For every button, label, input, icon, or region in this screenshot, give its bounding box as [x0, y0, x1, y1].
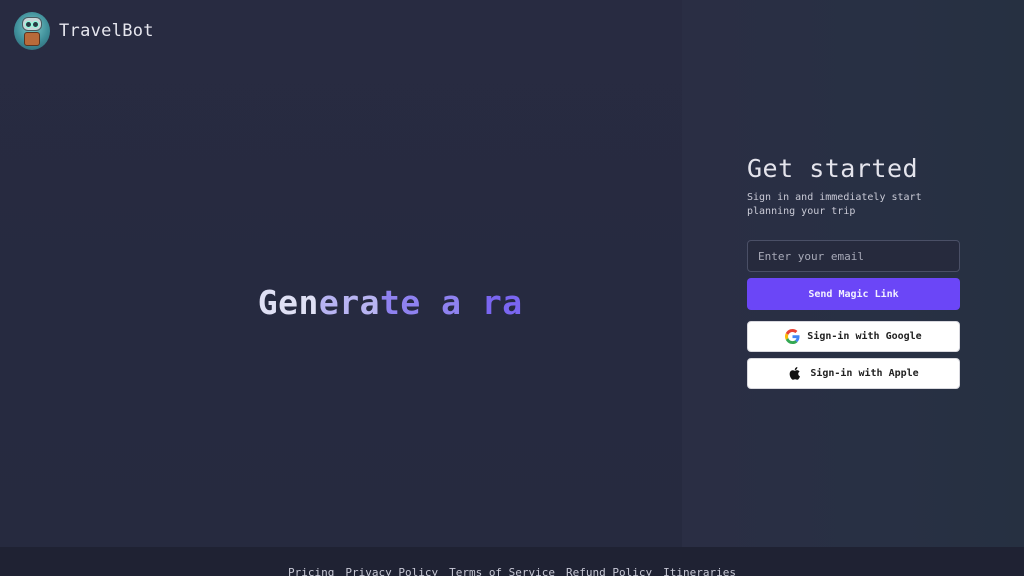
apple-icon [789, 367, 801, 380]
apple-signin-label: Sign-in with Apple [810, 368, 919, 379]
send-magic-link-button[interactable]: Send Magic Link [747, 278, 960, 310]
signin-title: Get started [747, 154, 919, 183]
footer-link-pricing[interactable]: Pricing [288, 566, 334, 576]
send-magic-link-label: Send Magic Link [808, 288, 899, 300]
headline-segment: Gen [257, 283, 319, 322]
headline-segment: era [318, 283, 380, 322]
footer-link-privacy[interactable]: Privacy Policy [345, 566, 438, 576]
google-icon [785, 329, 800, 344]
apple-signin-button[interactable]: Sign-in with Apple [747, 358, 960, 389]
google-signin-button[interactable]: Sign-in with Google [747, 321, 960, 352]
footer-link-refund[interactable]: Refund Policy [566, 566, 652, 576]
robot-avatar-icon [14, 12, 50, 50]
hero-headline: Generate a ra [217, 244, 523, 322]
brand[interactable]: TravelBot [14, 12, 154, 50]
footer-link-itineraries[interactable]: Itineraries [663, 566, 736, 576]
brand-name: TravelBot [59, 21, 154, 41]
headline-segment: ra [461, 283, 523, 322]
footer: Pricing Privacy Policy Terms of Service … [0, 547, 1024, 576]
email-input[interactable] [747, 240, 960, 272]
google-signin-label: Sign-in with Google [807, 331, 922, 342]
headline-segment: te a [379, 283, 462, 322]
footer-link-terms[interactable]: Terms of Service [449, 566, 555, 576]
signin-subtitle: Sign in and immediately start planning y… [747, 192, 922, 217]
signin-form: Get started Sign in and immediately star… [747, 154, 960, 389]
